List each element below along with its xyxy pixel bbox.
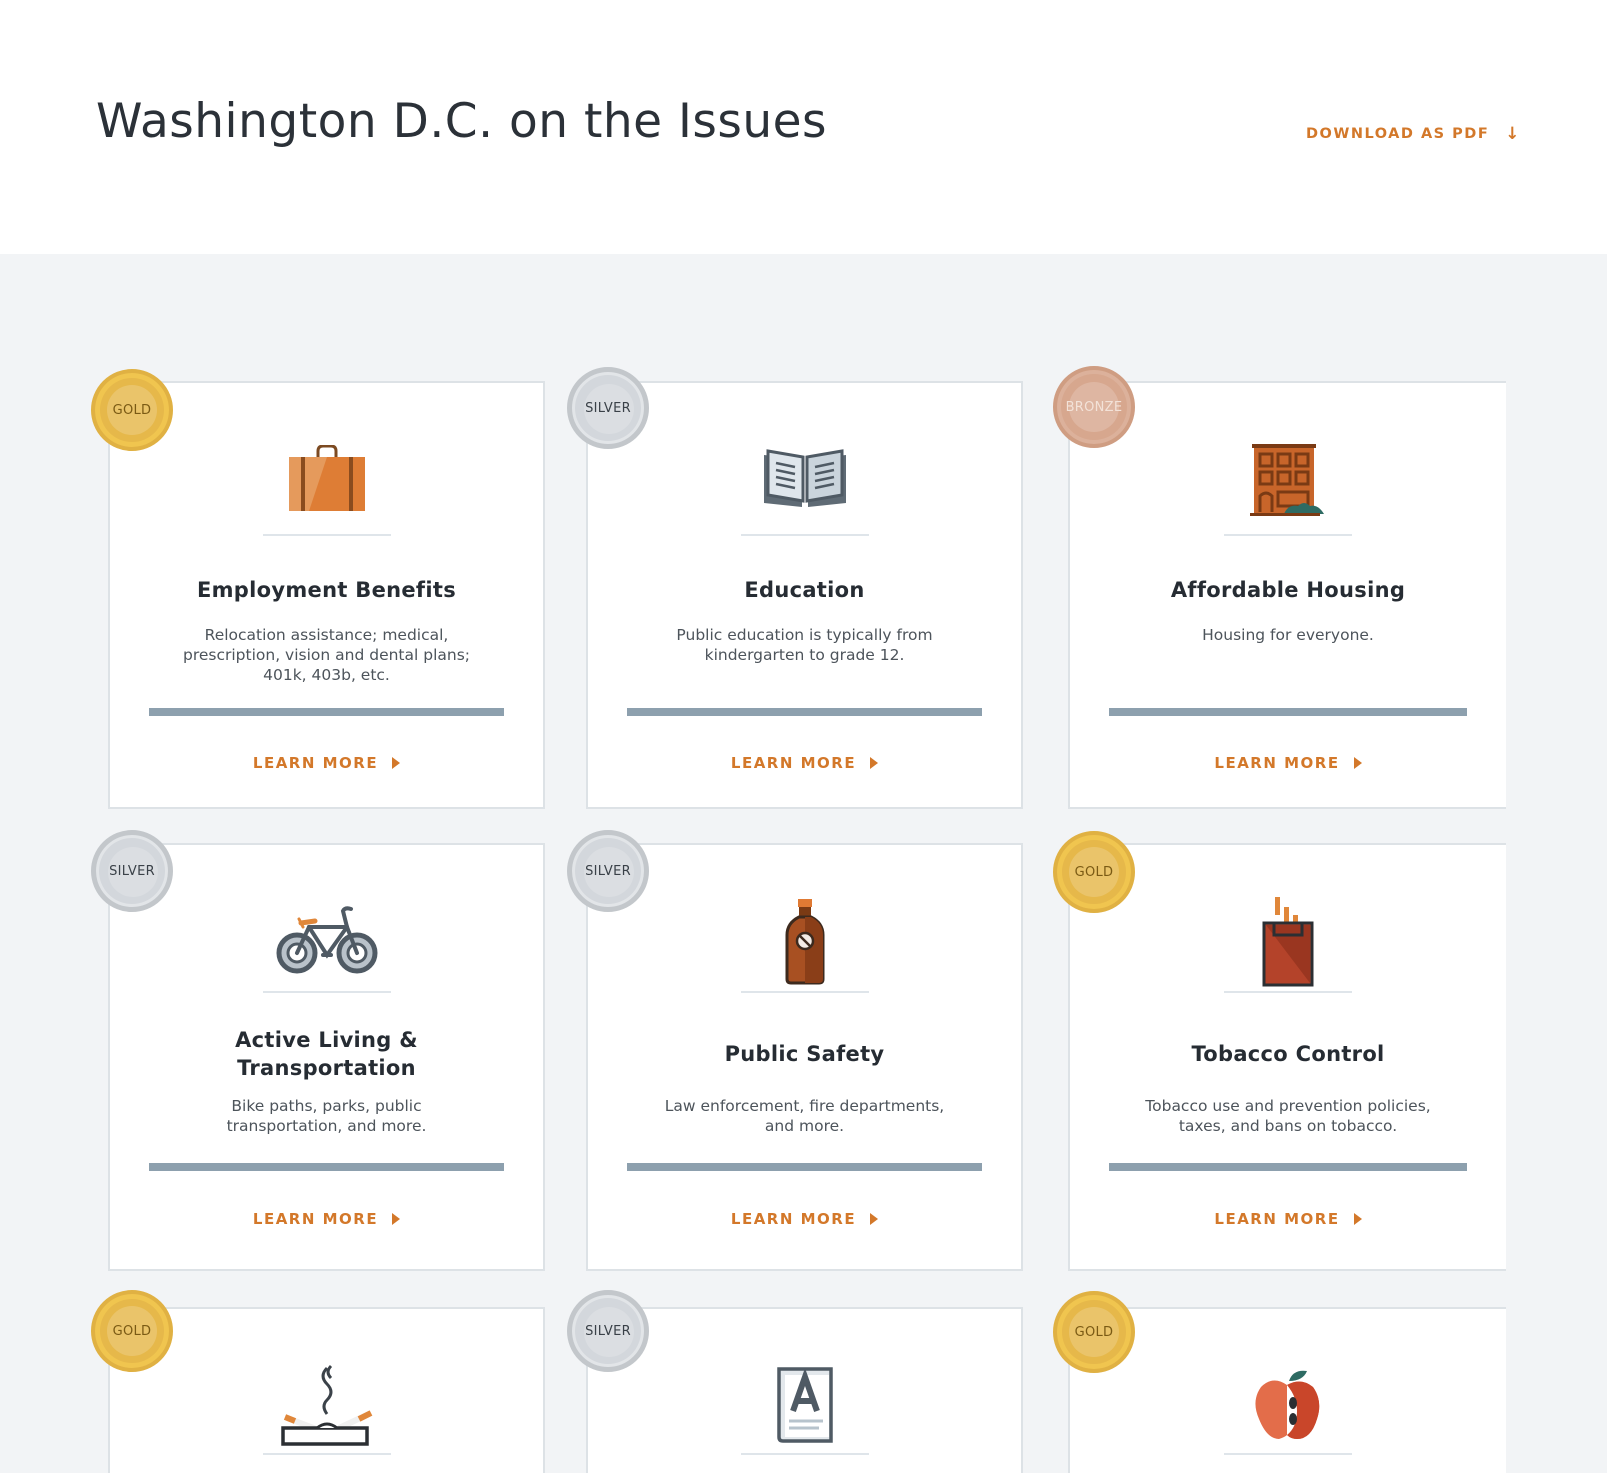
silver-medal-badge: SILVER [567, 367, 649, 449]
card-title: Tobacco Control [1191, 1042, 1385, 1066]
card-divider [740, 534, 869, 536]
gold-medal-badge: GOLD [91, 369, 173, 451]
learn-more-link[interactable]: LEARN MORE [110, 754, 543, 772]
card-description: Public education is typically from kinde… [676, 626, 933, 664]
play-arrow-icon [1353, 1213, 1362, 1225]
card-divider [1224, 991, 1352, 993]
play-arrow-icon [392, 757, 401, 769]
issue-card-affordable-housing: Affordable Housing Housing for everyone.… [1068, 381, 1506, 809]
card-divider [262, 534, 391, 536]
card-description: Bike paths, parks, public transportation… [226, 1097, 427, 1135]
issue-card-public-safety: Public Safety Law enforcement, fire depa… [586, 843, 1023, 1271]
card-divider [262, 991, 391, 993]
card-title: Affordable Housing [1170, 578, 1406, 602]
silver-medal-badge: SILVER [567, 1290, 649, 1372]
gold-medal-badge: GOLD [1053, 831, 1135, 913]
document-a-icon [588, 1361, 1021, 1449]
card-divider [262, 1453, 391, 1455]
ashtray-icon [110, 1361, 543, 1449]
card-divider [740, 1453, 869, 1455]
learn-more-link[interactable]: LEARN MORE [588, 1210, 1021, 1228]
card-description: Law enforcement, fire departments, and m… [664, 1097, 945, 1135]
download-pdf-link[interactable]: DOWNLOAD AS PDF ↓ [1306, 124, 1521, 144]
learn-more-link[interactable]: LEARN MORE [1070, 754, 1506, 772]
card-title: Public Safety [724, 1042, 885, 1066]
card-divider [1224, 1453, 1352, 1455]
progress-bar [149, 708, 504, 716]
card-title: Employment Benefits [196, 578, 456, 602]
card-description: Housing for everyone. [1202, 626, 1374, 644]
card-description: Relocation assistance; medical, prescrip… [182, 626, 471, 684]
card-divider [740, 991, 869, 993]
bottle-icon [588, 897, 1021, 985]
learn-more-link[interactable]: LEARN MORE [1070, 1210, 1506, 1228]
card-divider [1224, 534, 1352, 536]
card-title: Active Living & Transportation [235, 1028, 418, 1080]
progress-bar [627, 708, 982, 716]
bronze-medal-badge: BRONZE [1053, 366, 1135, 448]
apple-icon [1070, 1361, 1506, 1449]
cigarette-pack-icon [1070, 897, 1506, 987]
download-pdf-label: DOWNLOAD AS PDF [1306, 126, 1490, 142]
issue-card-row3-2 [586, 1307, 1023, 1473]
bicycle-icon [110, 897, 543, 985]
silver-medal-badge: SILVER [567, 830, 649, 912]
learn-more-link[interactable]: LEARN MORE [110, 1210, 543, 1228]
play-arrow-icon [1353, 757, 1362, 769]
download-arrow-icon: ↓ [1505, 124, 1521, 144]
book-icon [588, 435, 1021, 523]
issue-card-tobacco-control: Tobacco Control Tobacco use and preventi… [1068, 843, 1506, 1271]
progress-bar [1109, 708, 1467, 716]
briefcase-icon [110, 435, 543, 523]
issue-card-education: Education Public education is typically … [586, 381, 1023, 809]
card-description: Tobacco use and prevention policies, tax… [1145, 1097, 1431, 1135]
progress-bar [627, 1163, 982, 1171]
gold-medal-badge: GOLD [91, 1290, 173, 1372]
gold-medal-badge: GOLD [1053, 1291, 1135, 1373]
page-title: Washington D.C. on the Issues [96, 94, 828, 149]
issue-card-active-living: Active Living & Transportation Bike path… [108, 843, 545, 1271]
issue-card-row3-1 [108, 1307, 545, 1473]
building-icon [1070, 435, 1506, 523]
play-arrow-icon [392, 1213, 401, 1225]
play-arrow-icon [870, 1213, 879, 1225]
page-header: Washington D.C. on the Issues DOWNLOAD A… [0, 0, 1607, 254]
play-arrow-icon [870, 757, 879, 769]
learn-more-link[interactable]: LEARN MORE [588, 754, 1021, 772]
issue-card-employment-benefits: Employment Benefits Relocation assistanc… [108, 381, 545, 809]
progress-bar [1109, 1163, 1467, 1171]
progress-bar [149, 1163, 504, 1171]
silver-medal-badge: SILVER [91, 830, 173, 912]
card-title: Education [744, 578, 865, 602]
